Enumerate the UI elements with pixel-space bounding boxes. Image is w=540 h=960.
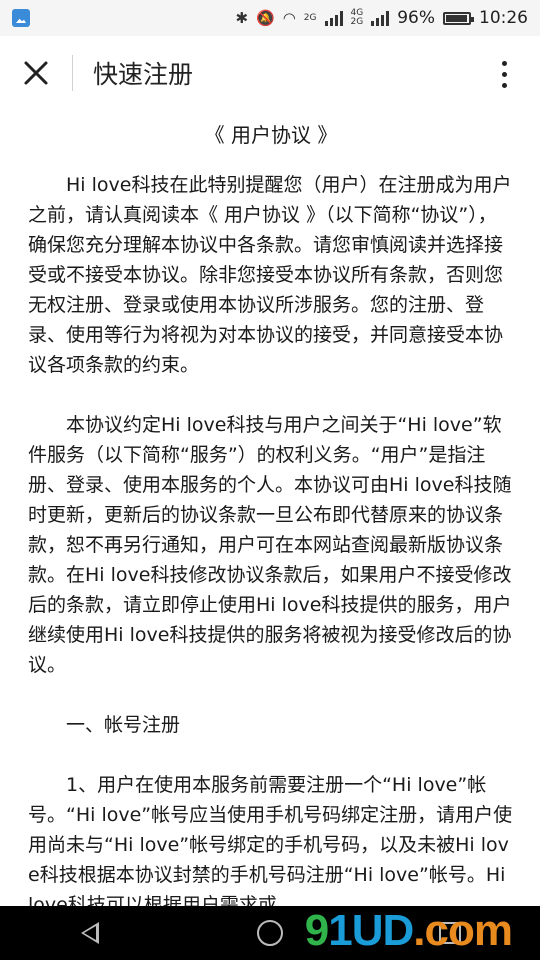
mute-icon: 🔕 [256,9,275,27]
agreement-title: 《 用户协议 》 [204,123,338,147]
bluetooth-icon: ✱ [235,9,249,27]
close-icon [24,61,48,85]
navigation-bar: 91UD.com [0,906,540,960]
sim2-network-type: 2G [303,12,317,23]
site-watermark: 91UD.com [304,906,513,955]
app-header: 快速注册 [0,36,540,110]
signal-icon [324,10,343,26]
gallery-notification-icon [12,9,30,27]
more-dot-icon [501,71,507,77]
more-options-button[interactable] [486,54,522,94]
agreement-paragraph-2: 本协议约定Hi love科技与用户之间关于“Hi love”软件服务（以下简称“… [28,414,512,676]
nav-home-button[interactable] [240,906,300,960]
back-triangle-icon [81,922,99,944]
section-heading-account: 一、帐号注册 [66,714,181,736]
signal-icon-2 [371,10,390,26]
more-dot-icon [501,60,507,66]
home-circle-icon [257,920,283,946]
page-title: 快速注册 [93,60,194,89]
close-button[interactable] [0,36,72,110]
agreement-paragraph-1: Hi love科技在此特别提醒您（用户）在注册成为用户之前，请认真阅读本《 用户… [28,174,512,376]
nav-back-button[interactable] [60,906,120,960]
more-dot-icon [501,82,507,88]
battery-percent: 96% [397,8,435,28]
header-divider [72,55,73,91]
agreement-paragraph-3: 1、用户在使用本服务前需要注册一个“Hi love”帐号。“Hi love”帐号… [28,774,513,906]
sim1-network-type: 4G 2G [350,8,364,27]
clock: 10:26 [479,8,528,28]
status-bar: ✱ 🔕 ◠ 2G 4G 2G 96% 10:26 [0,0,540,36]
wifi-icon: ◠ [282,9,296,27]
battery-icon [443,11,474,25]
agreement-content[interactable]: 《 用户协议 》 Hi love科技在此特别提醒您（用户）在注册成为用户之前，请… [28,110,514,906]
